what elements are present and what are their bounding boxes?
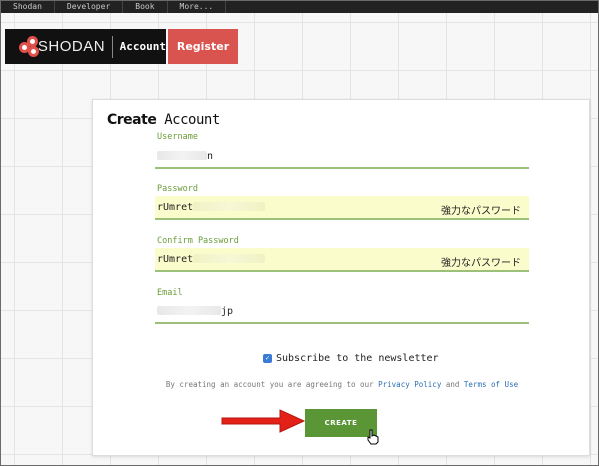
email-field[interactable]: jp (155, 300, 529, 324)
red-arrow-annotation-icon (221, 409, 306, 433)
nav-link-more[interactable]: More... (168, 1, 227, 13)
password-field[interactable]: rUmret 強力なパスワード (155, 196, 529, 220)
terms-notice: By creating an account you are agreeing … (93, 380, 591, 389)
checkbox-checked-icon[interactable]: ✓ (263, 354, 272, 363)
email-value-suffix: jp (221, 305, 234, 317)
privacy-policy-link[interactable]: Privacy Policy (378, 380, 441, 389)
username-field[interactable]: n (155, 145, 529, 169)
password-value: rUmret (157, 201, 266, 213)
terms-of-use-link[interactable]: Terms of Use (464, 380, 518, 389)
brand-section-label: Account (119, 40, 166, 53)
email-label: Email (157, 288, 183, 298)
title-bold: Create (107, 112, 157, 128)
password-strength: 強力なパスワード (441, 206, 521, 217)
nav-link-developer[interactable]: Developer (55, 1, 124, 13)
redacted-username (157, 151, 207, 160)
redacted-password (193, 202, 266, 211)
confirm-password-value-prefix: rUmret (157, 253, 194, 265)
username-label: Username (157, 132, 198, 142)
hand-pointer-cursor-icon (367, 429, 379, 445)
subscribe-label: Subscribe to the newsletter (276, 353, 439, 364)
top-navigation-bar: Shodan Developer Book More... (1, 1, 598, 13)
terms-text-and: and (441, 380, 464, 389)
redacted-email (157, 306, 221, 315)
brand-name: SHODAN (37, 38, 106, 55)
terms-text-prefix: By creating an account you are agreeing … (165, 380, 379, 389)
shodan-logo-icon (19, 35, 39, 58)
create-account-card: Create Account Username n Password rUmre… (92, 99, 590, 456)
confirm-password-label: Confirm Password (157, 236, 239, 246)
confirm-password-value: rUmret (157, 253, 266, 265)
redacted-confirm-password (193, 254, 266, 263)
confirm-password-strength: 強力なパスワード (441, 258, 521, 269)
username-value-suffix: n (207, 150, 214, 162)
username-value: n (157, 151, 213, 162)
title-rest: Account (156, 112, 220, 128)
register-button[interactable]: Register (168, 29, 238, 64)
confirm-password-field[interactable]: rUmret 強力なパスワード (155, 248, 529, 272)
nav-link-shodan[interactable]: Shodan (1, 1, 55, 13)
brand-divider (112, 35, 113, 58)
password-label: Password (157, 184, 198, 194)
email-value: jp (157, 306, 233, 317)
brand-header[interactable]: SHODAN Account (5, 29, 166, 64)
page-title: Create Account (107, 112, 220, 128)
password-value-prefix: rUmret (157, 201, 194, 213)
subscribe-option[interactable]: ✓ Subscribe to the newsletter (263, 353, 439, 364)
nav-link-book[interactable]: Book (123, 1, 168, 13)
